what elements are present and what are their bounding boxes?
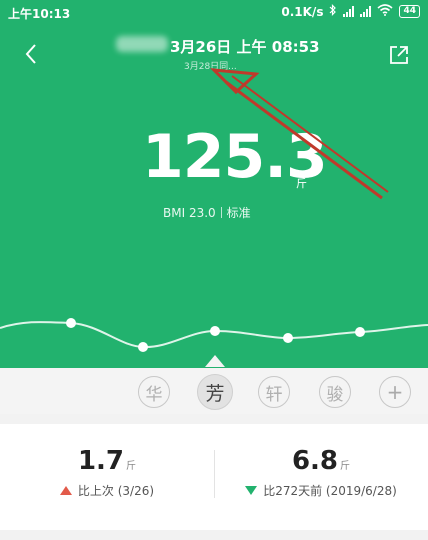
trend-point[interactable] (355, 327, 365, 337)
compare-previous-unit: 斤 (126, 461, 137, 472)
compare-previous-value: 1.7 (77, 446, 125, 476)
bmi-info: BMI 23.0 标准 (163, 204, 251, 221)
back-button[interactable] (20, 40, 44, 68)
increase-icon (59, 486, 72, 495)
share-icon (390, 46, 408, 64)
selected-point-caret (205, 355, 225, 367)
weight-unit: 斤 (296, 177, 307, 190)
header-panel: 上午10:13 0.1K/s 44 3月26日 上午 08:53 3月28日同.… (0, 0, 428, 368)
wifi-icon (377, 4, 393, 19)
bmi-value: BMI 23.0 (163, 206, 216, 220)
trend-point[interactable] (210, 326, 220, 336)
user-avatar-hua[interactable]: 华 (138, 376, 170, 408)
status-time: 上午10:13 (8, 7, 71, 21)
status-bar: 上午10:13 0.1K/s 44 (0, 0, 428, 26)
compare-previous-label: 比上次 (3/26) (77, 484, 155, 498)
compare-earlier-label: 比272天前 (2019/6/28) (263, 484, 397, 498)
user-avatar-jun[interactable]: 骏 (319, 376, 351, 408)
bluetooth-icon (329, 4, 337, 19)
trend-point[interactable] (66, 318, 76, 328)
user-avatar-xuan[interactable]: 轩 (258, 376, 290, 408)
bmi-status: 标准 (226, 206, 251, 220)
trend-point[interactable] (283, 333, 293, 343)
chevron-left-icon (25, 44, 36, 64)
page-subtitle: 3月28日同... (184, 62, 237, 72)
status-right: 0.1K/s 44 (281, 4, 420, 19)
signal-icon (343, 6, 355, 17)
compare-earlier-unit: 斤 (340, 461, 351, 472)
battery-icon: 44 (399, 5, 420, 18)
compare-previous: 1.7 斤 比上次 (3/26) (0, 446, 214, 499)
user-selector: 华 芳 轩 骏 + (0, 368, 428, 414)
signal-icon-2 (360, 6, 372, 17)
compare-earlier: 6.8 斤 比272天前 (2019/6/28) (214, 446, 428, 499)
share-button[interactable] (388, 44, 410, 66)
trend-point[interactable] (138, 342, 148, 352)
weight-comparison: 1.7 斤 比上次 (3/26) 6.8 斤 比272天前 (2019/6/28) (0, 424, 428, 530)
user-avatar-fang[interactable]: 芳 (197, 374, 233, 410)
page-title: 3月26日 上午 08:53 (170, 38, 320, 56)
decrease-icon (245, 486, 258, 495)
compare-earlier-value: 6.8 (291, 446, 339, 476)
add-user-button[interactable]: + (379, 376, 411, 408)
blurred-name (116, 36, 168, 52)
net-speed: 0.1K/s (281, 4, 324, 19)
